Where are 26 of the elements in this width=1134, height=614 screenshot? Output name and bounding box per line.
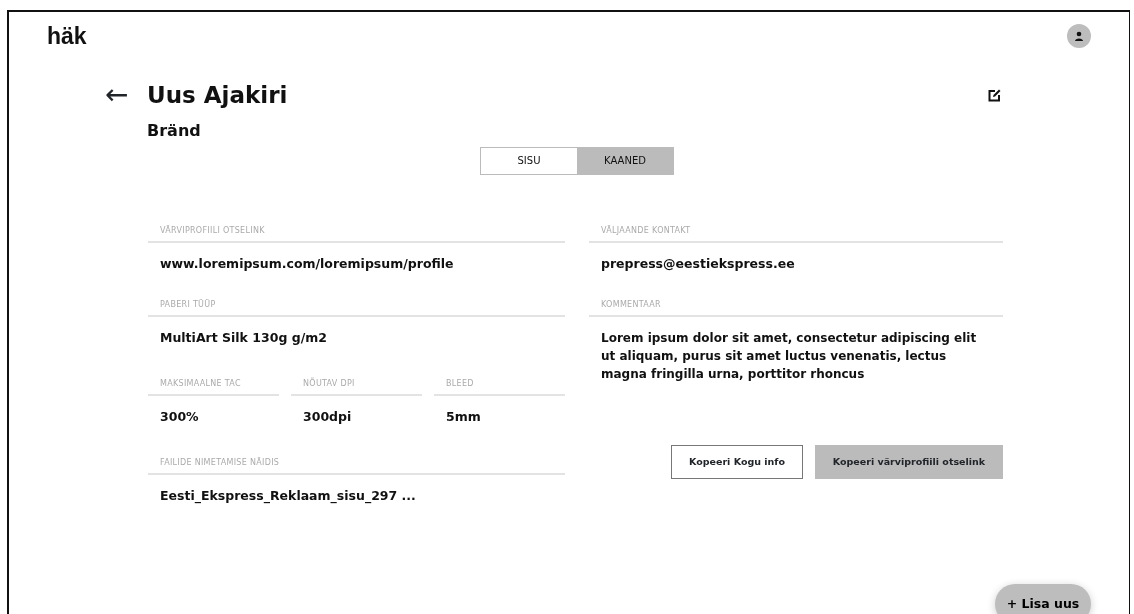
field-value: Lorem ipsum dolor sit amet, consectetur adipiscing elit ut aliquam, purus sit amet luctus venenatis, lectus magna fringilla urna, porttitor rhoncus (600, 330, 978, 384)
field-label: NÕUTAV DPI (291, 378, 422, 396)
field-label: VÄRVIPROFIILI OTSELINK (148, 224, 565, 243)
field-value: 300dpi (302, 408, 353, 426)
field-label: FAILIDE NIMETAMISE NÄIDIS (148, 456, 565, 475)
field-value: 300% (159, 408, 200, 426)
add-new-button[interactable]: + Lisa uus (995, 584, 1091, 614)
field-label: BLEED (434, 378, 565, 396)
field-value: 5mm (445, 408, 482, 426)
avatar-icon[interactable] (1067, 24, 1091, 48)
tab[interactable]: KAANED (577, 147, 673, 174)
page-title: Uus Ajakiri (147, 81, 289, 110)
field-value: MultiArt Silk 130g g/m2 (159, 329, 328, 348)
brand-label: Bränd (147, 120, 201, 140)
back-button[interactable]: ← (105, 81, 147, 110)
edit-icon[interactable] (988, 88, 1001, 102)
logo: häk (47, 24, 87, 48)
field-label: KOMMENTAAR (589, 299, 1003, 318)
copy-button[interactable]: Kopeeri värviprofiili otselink (815, 445, 1003, 480)
field-value: prepress@eestiekspress.ee (600, 254, 796, 273)
field-label: VÄLJAANDE KONTAKT (589, 224, 1003, 243)
field-label: PABERI TÜÜP (148, 299, 565, 318)
field-value: www.loremipsum.com/loremipsum/profile (159, 254, 455, 273)
field-value: Eesti_Ekspress_Reklaam_sisu_297 ... (159, 486, 417, 506)
copy-button[interactable]: Kopeeri Kogu info (671, 445, 803, 480)
field-label: MAKSIMAALNE TAC (148, 378, 279, 396)
